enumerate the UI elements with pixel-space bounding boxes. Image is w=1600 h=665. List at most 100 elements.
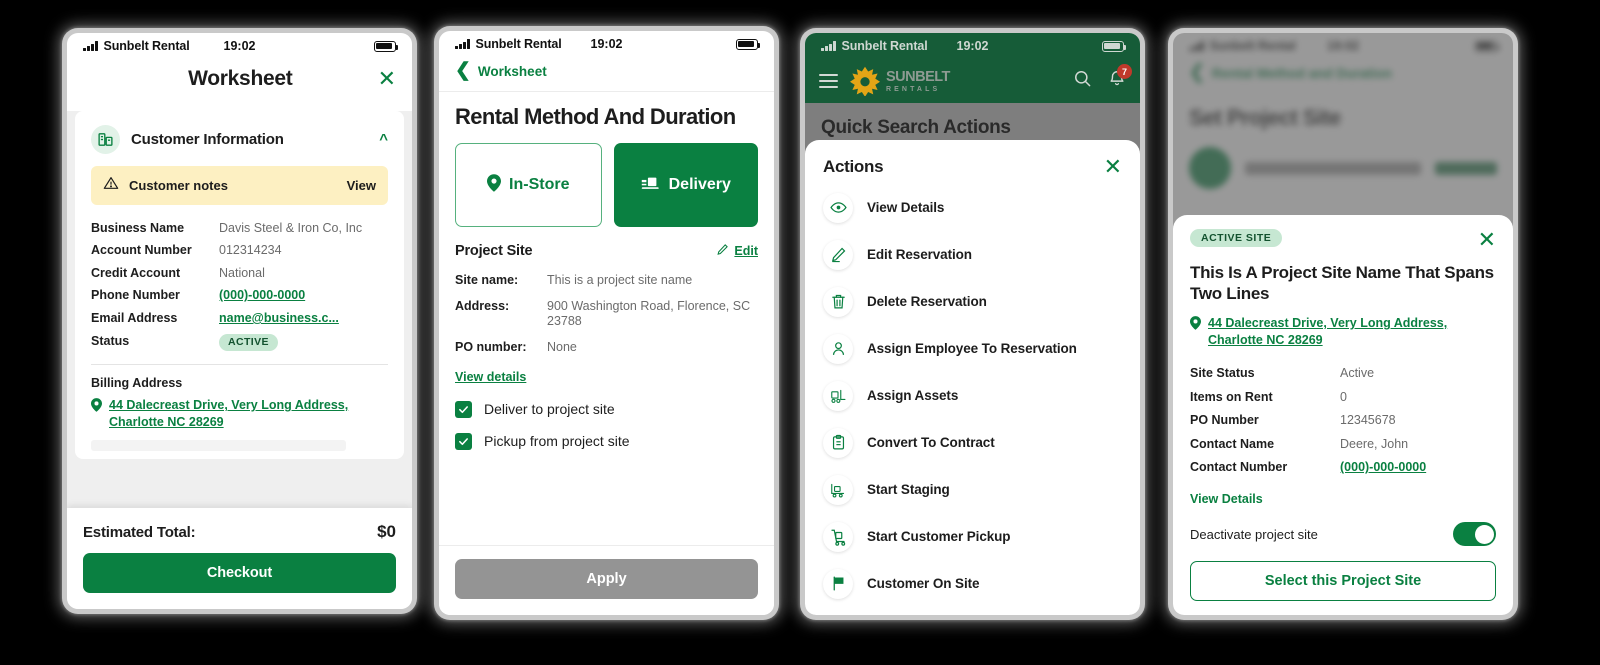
field-value: 012314234 [219,243,282,258]
sunbelt-logo: SUNBELT RENTALS [850,66,950,96]
deactivate-project-site-row: Deactivate project site [1190,522,1496,546]
view-details-link[interactable]: View Details [1190,492,1496,506]
close-icon[interactable]: ✕ [1478,228,1496,251]
checkbox-label: Deliver to project site [484,401,615,417]
map-pin-icon [1190,316,1201,349]
pencil-icon [823,239,853,270]
chevron-up-icon[interactable]: ^ [379,131,388,148]
billing-address-link[interactable]: 44 Dalecreast Drive, Very Long Address, … [91,397,388,431]
map-pin-icon [91,398,102,431]
notification-count-badge: 7 [1117,64,1132,79]
back-to-worksheet-link[interactable]: ❮ Worksheet [455,60,758,81]
field-key: Status [91,333,130,348]
field-row: Credit Account National [91,262,388,285]
trash-icon [823,286,853,317]
customer-notes-view-button[interactable]: View [347,178,376,193]
card-title: Customer Information [131,131,284,148]
deactivate-toggle[interactable] [1453,522,1496,546]
project-site-fields: Site Status Active Items on Rent 0 PO Nu… [1190,362,1496,480]
field-value: 900 Washington Road, Florence, SC 23788 [547,298,751,329]
action-item-assign-assets[interactable]: Assign Assets [823,372,1122,419]
action-label: View Details [867,200,945,215]
signal-bars-icon [455,39,470,49]
actions-modal-title: Actions [823,157,884,176]
field-row: Contact Name Deere, John [1190,433,1496,457]
signal-bars-icon [83,41,98,51]
signal-bars-icon [821,41,836,51]
person-icon [823,333,853,364]
field-key: Account Number [91,243,192,258]
rental-method-options: In-Store Delivery [455,143,758,227]
field-key: Phone Number [91,288,180,303]
close-icon[interactable]: ✕ [1104,156,1122,178]
checkbox-pickup-from-project-site[interactable]: Pickup from project site [455,432,758,450]
phone-number-link[interactable]: (000)-000-0000 [219,288,388,304]
field-row: Address: 900 Washington Road, Florence, … [455,294,758,335]
chevron-left-icon: ❮ [455,60,471,81]
phone-1-worksheet: Sunbelt Rental 19:02 Worksheet ✕ Custome… [62,28,417,614]
field-key: Address: [455,298,510,313]
project-site-modal-header: ACTIVE SITE ✕ [1190,228,1496,251]
action-item-edit-reservation[interactable]: Edit Reservation [823,231,1122,278]
field-row: Items on Rent 0 [1190,386,1496,410]
billing-address-label: Billing Address [91,376,183,391]
view-details-link[interactable]: View details [455,370,526,384]
project-site-header: Project Site Edit [455,243,758,259]
select-project-site-button[interactable]: Select this Project Site [1190,561,1496,601]
checkout-button[interactable]: Checkout [83,553,396,593]
checkbox-deliver-to-project-site[interactable]: Deliver to project site [455,400,758,418]
action-item-customer-on-site[interactable]: Customer On Site [823,560,1122,607]
hamburger-menu-icon[interactable] [819,74,838,88]
battery-icon [736,38,761,50]
actions-modal-header: Actions ✕ [823,156,1122,178]
field-value: This is a project site name [547,273,693,287]
field-key: PO Number [1190,413,1259,428]
logo-secondary-text: RENTALS [886,85,941,93]
checkbox-label: Pickup from project site [484,433,630,449]
action-item-convert-to-contract[interactable]: Convert To Contract [823,419,1122,466]
search-icon[interactable] [1073,69,1092,93]
project-site-address-link[interactable]: 44 Dalecreast Drive, Very Long Address, … [1190,315,1496,349]
customer-information-header[interactable]: Customer Information ^ [91,125,388,154]
close-icon[interactable]: ✕ [378,68,396,90]
field-value: National [219,265,265,280]
rental-method-label: Delivery [668,176,731,193]
status-bar: Sunbelt Rental 19:02 [67,33,412,59]
field-value: Deere, John [1340,436,1409,451]
status-bar-left: Sunbelt Rental [83,39,190,53]
field-key: Contact Name [1190,436,1275,451]
field-value: None [547,339,577,354]
field-row: PO number: None [455,335,758,361]
project-site-name: This Is A Project Site Name That Spans T… [1190,262,1494,303]
notification-bell-icon[interactable]: 7 [1108,64,1132,93]
rental-method-delivery[interactable]: Delivery [613,143,758,227]
checkbox-checked-icon [455,400,472,418]
email-address-link[interactable]: name@business.c... [219,311,388,327]
header-actions: 7 [1073,64,1132,93]
field-value: Active [1340,365,1375,380]
field-key: Credit Account [91,265,181,280]
field-key: Business Name [91,220,185,235]
field-row: Site Status Active [1190,362,1496,386]
project-site-modal: ACTIVE SITE ✕ This Is A Project Site Nam… [1173,214,1513,615]
clipboard-icon [823,427,853,458]
action-item-delete-reservation[interactable]: Delete Reservation [823,278,1122,325]
app-header: SUNBELT RENTALS 7 [805,59,1140,103]
action-item-assign-employee[interactable]: Assign Employee To Reservation [823,325,1122,372]
action-item-start-staging[interactable]: Start Staging [823,466,1122,513]
warning-triangle-icon [103,175,119,196]
action-item-view-details[interactable]: View Details [823,184,1122,231]
field-value: 12345678 [1340,413,1396,428]
sunbelt-wordmark: SUNBELT RENTALS [886,69,950,93]
edit-project-site-button[interactable]: Edit [716,243,758,259]
forklift-icon [823,380,853,411]
worksheet-navbar: Worksheet ✕ [67,59,412,103]
action-item-start-customer-pickup[interactable]: Start Customer Pickup [823,513,1122,560]
phone-2-footer: Apply [439,545,774,615]
deactivate-label: Deactivate project site [1190,526,1318,542]
rental-method-in-store[interactable]: In-Store [455,143,602,227]
actions-modal: Actions ✕ View Details Edit Reservation [805,140,1140,615]
status-bar-left: Sunbelt Rental [455,37,562,51]
apply-button[interactable]: Apply [455,559,758,599]
contact-number-link[interactable]: (000)-000-0000 [1340,460,1496,476]
